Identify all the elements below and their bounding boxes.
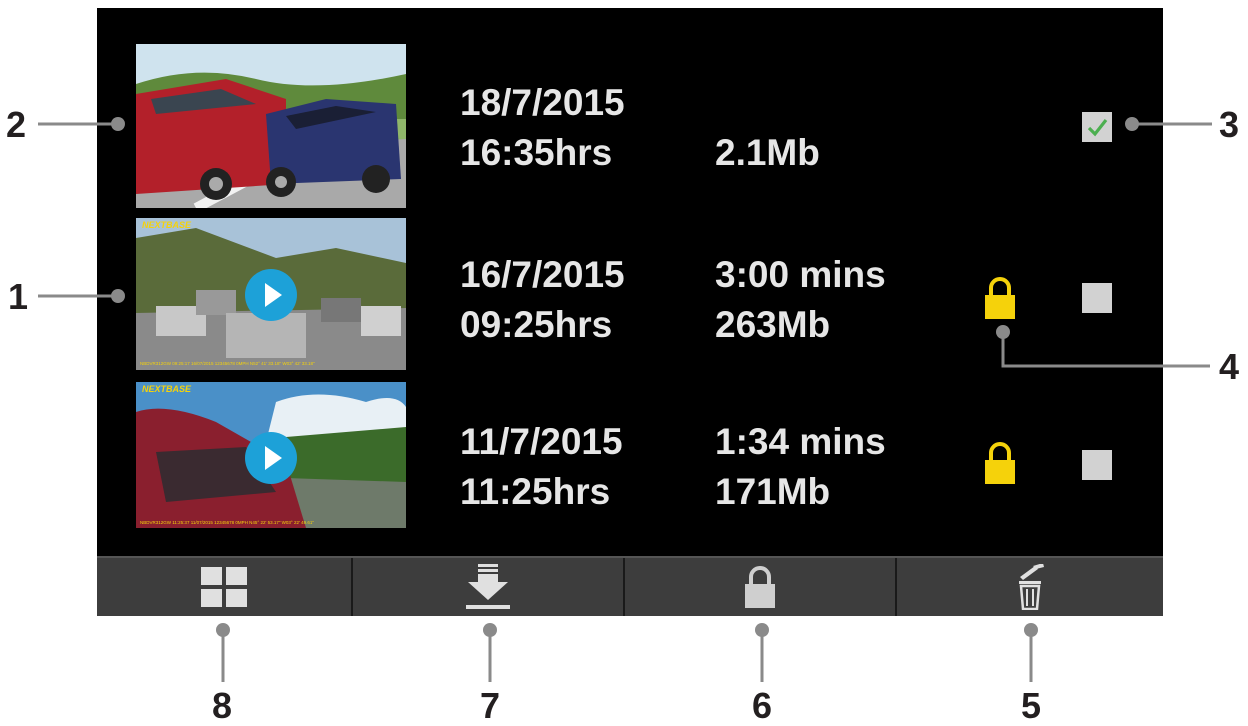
thumbnail-3[interactable]: NEXTBASE NBDVR312GW 11:25:37 11/07/2015 … [136,382,406,528]
file-1-time: 16:35hrs [460,132,613,173]
file-2-duration: 3:00 mins [715,254,886,295]
callout-3: 3 [1219,104,1240,145]
lock-icon [745,566,775,608]
file-3-checkbox[interactable] [1082,450,1112,480]
grid-view-icon [201,567,247,607]
file-3-size: 171Mb [715,471,831,512]
file-3-time: 11:25hrs [460,471,611,512]
overlay-info-3: NBDVR312GW 11:25:37 11/07/2015 12345678 … [140,520,314,525]
play-icon[interactable] [245,269,297,321]
callout-8: 8 [212,685,233,726]
file-2-checkbox[interactable] [1082,283,1112,313]
grid-view-button[interactable] [97,558,351,616]
protect-button[interactable] [625,558,895,616]
file-3-date: 11/7/2015 [460,421,623,462]
thumbnail-2[interactable]: NEXTBASE NBDVR312GW 09:25:17 16/07/2015 … [136,218,406,370]
delete-icon [1019,564,1044,610]
callout-6: 6 [752,685,773,726]
callout-7: 7 [480,685,501,726]
nextbase-logo: NEXTBASE [142,384,192,394]
lock-icon[interactable] [983,276,1017,325]
file-1-checkbox[interactable] [1082,112,1112,142]
file-2-date: 16/7/2015 [460,254,625,295]
overlay-info-2: NBDVR312GW 09:25:17 16/07/2015 12345678 … [140,361,315,366]
file-2-size: 263Mb [715,304,831,345]
file-1-date: 18/7/2015 [460,82,625,123]
file-browser-screen: 18/7/2015 16:35hrs 2.1Mb NEXTBASE NBDVR3… [97,8,1163,616]
callout-1: 1 [8,276,29,317]
callout-4: 4 [1219,346,1240,387]
check-icon [1087,119,1108,137]
bottom-toolbar [97,556,1163,616]
delete-button[interactable] [897,558,1163,616]
lock-icon[interactable] [983,441,1017,490]
download-button[interactable] [353,558,623,616]
download-icon [466,564,510,609]
play-icon[interactable] [245,432,297,484]
file-1-size: 2.1Mb [715,132,820,173]
file-3-duration: 1:34 mins [715,421,886,462]
thumbnail-1[interactable] [136,44,406,208]
file-2-time: 09:25hrs [460,304,613,345]
callout-2: 2 [6,104,27,145]
callout-5: 5 [1021,685,1042,726]
nextbase-logo: NEXTBASE [142,220,192,230]
